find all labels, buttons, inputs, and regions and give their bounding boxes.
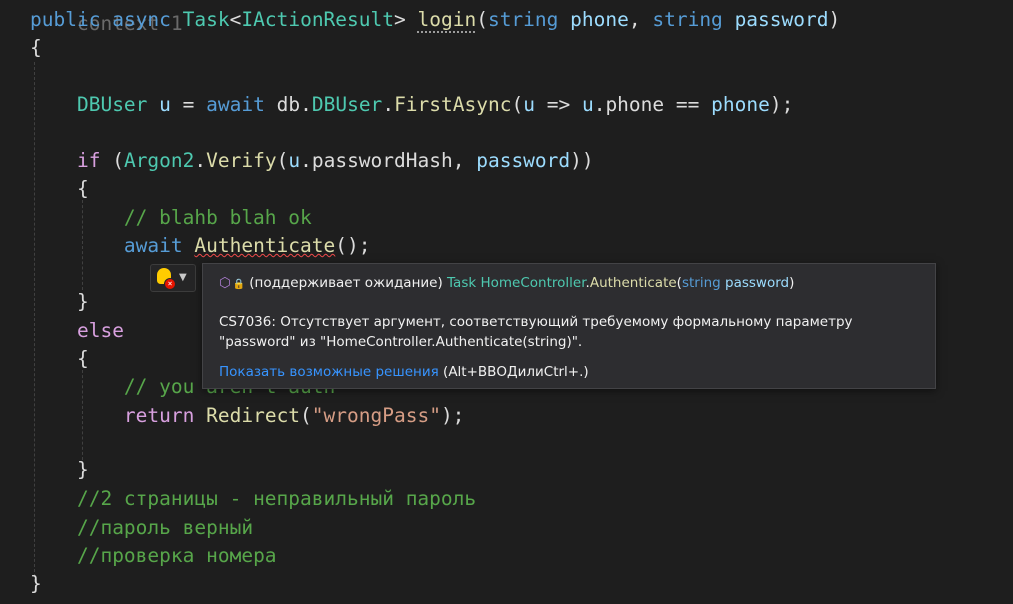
code-line-comment3: //2 страницы - неправильный пароль bbox=[30, 485, 476, 513]
dot: . bbox=[194, 149, 207, 172]
code-line-brace-else-close: } bbox=[30, 456, 89, 484]
param-password: password bbox=[476, 149, 571, 172]
arrow: => bbox=[546, 93, 571, 116]
comma: , bbox=[628, 8, 641, 31]
paren: ( bbox=[511, 93, 524, 116]
end: )) bbox=[570, 149, 594, 172]
paren: ( bbox=[276, 149, 289, 172]
sig-class: HomeController bbox=[480, 275, 586, 291]
kw-string: string bbox=[487, 8, 559, 31]
kw-if: if bbox=[76, 149, 101, 172]
brace: { bbox=[76, 177, 89, 200]
show-fixes-link[interactable]: Показать возможные решения bbox=[219, 364, 439, 380]
chevron-down-icon: ▼ bbox=[179, 272, 187, 283]
kw-string: string bbox=[652, 8, 723, 31]
sig-method: Authenticate bbox=[589, 275, 677, 291]
string-literal: "wrongPass" bbox=[311, 404, 441, 427]
awaitable-prefix: (поддерживает ожидание) bbox=[249, 275, 443, 291]
brace: } bbox=[76, 458, 89, 481]
op-eqeq: == bbox=[675, 93, 700, 116]
type-iactionresult: IActionResult bbox=[241, 8, 394, 31]
code-line-if[interactable]: if (Argon2.Verify(u.passwordHash, passwo… bbox=[30, 147, 594, 175]
type-task: Task bbox=[182, 8, 230, 31]
type-dbuser: DBUser bbox=[311, 93, 383, 116]
fn-verify: Verify bbox=[206, 149, 277, 172]
kw-await: await bbox=[206, 93, 265, 116]
comment: // blahb blah ok bbox=[123, 206, 312, 229]
brace: { bbox=[30, 36, 42, 59]
code-line-brace-inner-close: } bbox=[30, 288, 89, 316]
dot: . bbox=[382, 93, 395, 116]
type-argon2: Argon2 bbox=[123, 149, 195, 172]
kw-public: public bbox=[30, 8, 101, 31]
code-line-comment1: // blahb blah ok bbox=[30, 204, 312, 232]
code-line-await[interactable]: await Authenticate(); bbox=[30, 232, 371, 260]
sig-task: Task bbox=[447, 275, 477, 291]
lambda-u: u bbox=[581, 93, 594, 116]
op-eq: = bbox=[182, 93, 195, 116]
var-u: u bbox=[159, 93, 171, 116]
code-line-brace-open: { bbox=[30, 34, 42, 62]
code-line-return[interactable]: return Redirect("wrongPass"); bbox=[30, 402, 465, 430]
quickinfo-tooltip: ⬡ 🔒 (поддерживает ожидание) Task HomeContr… bbox=[202, 263, 936, 389]
code-editor[interactable]: context 1 public async Task<IActionResul… bbox=[0, 0, 1013, 604]
fn-authenticate-error[interactable]: Authenticate bbox=[194, 234, 335, 257]
lock-icon: 🔒 bbox=[232, 279, 246, 290]
kw-else: else bbox=[76, 319, 124, 342]
shortcut-hint: (Alt+ВВОДилиCtrl+.) bbox=[443, 364, 589, 380]
lambda-u: u bbox=[523, 93, 535, 116]
quick-actions-lightbulb[interactable]: × ▼ bbox=[150, 264, 196, 292]
code-line-dbuser[interactable]: DBUser u = await db.DBUser.FirstAsync(u … bbox=[30, 91, 793, 119]
var-u: u bbox=[288, 149, 301, 172]
code-line-comment5: //проверка номера bbox=[30, 542, 277, 570]
kw-await: await bbox=[123, 234, 183, 257]
brace: { bbox=[76, 347, 89, 370]
fn-redirect: Redirect bbox=[206, 404, 301, 427]
paren: ) bbox=[828, 8, 841, 31]
brace: } bbox=[30, 572, 42, 595]
tooltip-actions: Показать возможные решения (Alt+ВВОДилиC… bbox=[219, 364, 589, 380]
param-phone: phone bbox=[570, 8, 629, 31]
comment: //пароль верный bbox=[76, 516, 254, 539]
kw-return: return bbox=[123, 404, 195, 427]
sig-param-name: password bbox=[725, 275, 790, 291]
method-cube-icon: ⬡ bbox=[219, 275, 231, 291]
paren: ( bbox=[300, 404, 312, 427]
end: ); bbox=[769, 93, 794, 116]
sig-close: ) bbox=[789, 275, 795, 291]
end: ); bbox=[440, 404, 465, 427]
error-badge-icon: × bbox=[164, 278, 176, 290]
code-line-comment4: //пароль верный bbox=[30, 514, 253, 542]
code-line-brace-else-open: { bbox=[30, 345, 89, 373]
end: (); bbox=[335, 234, 371, 257]
lt: < bbox=[229, 8, 242, 31]
comment: //проверка номера bbox=[76, 544, 277, 567]
paren: ( bbox=[112, 149, 124, 172]
paren: ( bbox=[476, 8, 488, 31]
code-line-else[interactable]: else bbox=[30, 317, 124, 345]
kw-async: async bbox=[112, 8, 171, 31]
error-message: CS7036: Отсутствует аргумент, соответств… bbox=[219, 314, 853, 350]
method-login[interactable]: login bbox=[418, 8, 477, 31]
gt: > bbox=[394, 8, 406, 31]
comment: //2 страницы - неправильный пароль bbox=[76, 487, 477, 510]
db-ref: db. bbox=[276, 93, 312, 116]
fn-firstasync: FirstAsync bbox=[394, 93, 512, 116]
param-phone: phone bbox=[711, 93, 770, 116]
type-dbuser: DBUser bbox=[76, 93, 148, 116]
code-line-brace-inner-open: { bbox=[30, 175, 89, 203]
code-line-brace-close: } bbox=[30, 570, 42, 598]
phone-prop: .phone bbox=[593, 93, 665, 116]
code-line-signature[interactable]: public async Task<IActionResult> login(s… bbox=[30, 6, 840, 34]
sig-param-type: string bbox=[681, 275, 721, 291]
brace: } bbox=[76, 290, 89, 313]
tooltip-signature: ⬡ 🔒 (поддерживает ожидание) Task HomeContr… bbox=[219, 275, 794, 291]
password-hash: .passwordHash, bbox=[300, 149, 477, 172]
param-password: password bbox=[734, 8, 829, 31]
